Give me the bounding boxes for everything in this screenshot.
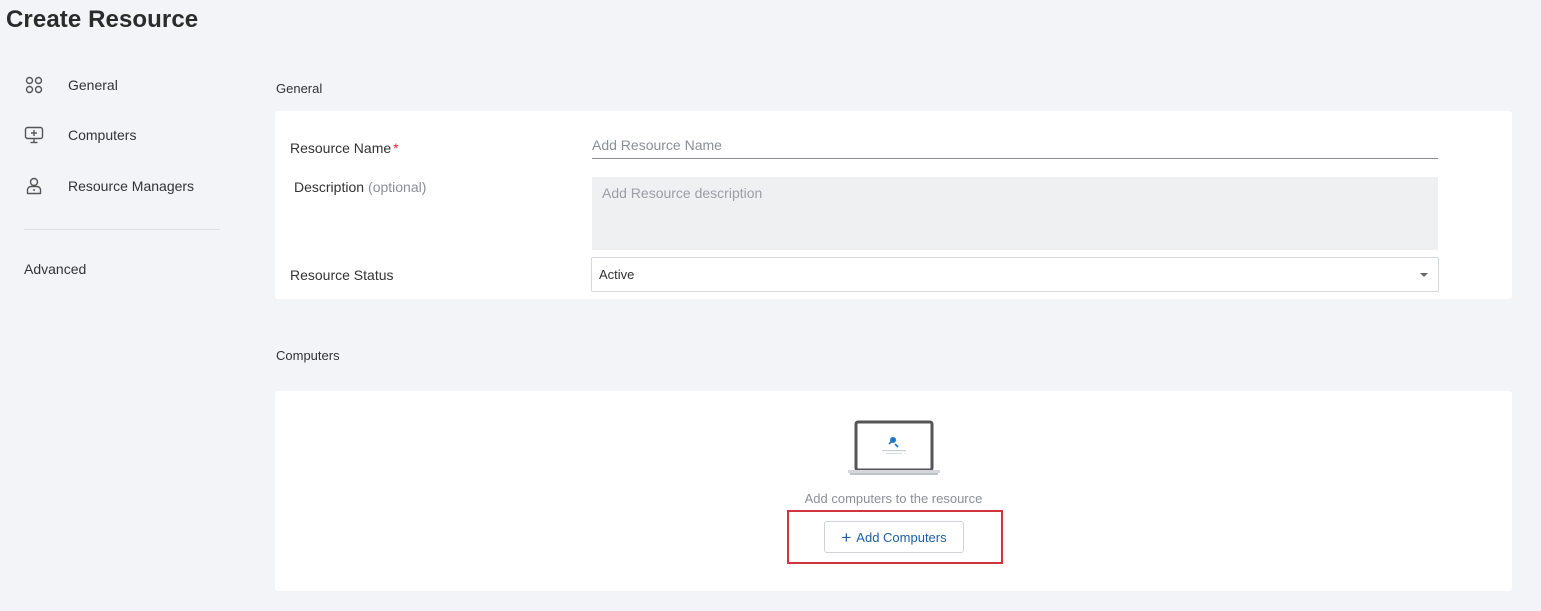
sidebar-item-label: Computers	[68, 127, 137, 143]
computers-card: Add computers to the resource + Add Comp…	[275, 391, 1512, 591]
page-title: Create Resource	[6, 6, 199, 33]
general-section-title: General	[276, 81, 323, 96]
add-computers-button[interactable]: + Add Computers	[824, 521, 964, 553]
empty-state-text: Add computers to the resource	[804, 491, 983, 506]
plus-icon: +	[841, 527, 852, 547]
monitor-add-icon	[24, 125, 44, 145]
grid-circles-icon	[24, 75, 44, 95]
computers-section-title: Computers	[276, 348, 340, 363]
sidebar-item-computers[interactable]: Computers	[24, 122, 136, 148]
sidebar-item-label: Resource Managers	[68, 178, 195, 194]
sidebar-item-general[interactable]: General	[24, 72, 118, 98]
general-card: Resource Name* Description(optional) Res…	[275, 111, 1512, 299]
resource-name-label: Resource Name *	[290, 140, 399, 156]
optional-text: (optional)	[368, 179, 427, 195]
chevron-down-icon	[1420, 273, 1428, 277]
resource-status-select[interactable]: Active	[591, 257, 1439, 292]
resource-status-value: Active	[599, 267, 635, 282]
sidebar-item-resource-managers[interactable]: Resource Managers	[24, 173, 194, 199]
resource-name-label-text: Resource Name	[290, 140, 392, 156]
add-computers-label: Add Computers	[856, 529, 947, 545]
laptop-illustration-icon	[848, 420, 940, 476]
description-textarea[interactable]	[592, 177, 1438, 250]
sidebar-divider	[24, 229, 220, 230]
sidebar-item-advanced[interactable]: Advanced	[24, 261, 86, 277]
description-label-text: Description	[294, 179, 365, 195]
resource-name-input[interactable]	[592, 131, 1438, 159]
description-label: Description (optional)	[294, 179, 426, 195]
user-icon	[24, 176, 44, 196]
resource-status-label: Resource Status	[290, 267, 394, 283]
required-mark: *	[393, 140, 399, 156]
sidebar-item-label: General	[68, 77, 118, 93]
